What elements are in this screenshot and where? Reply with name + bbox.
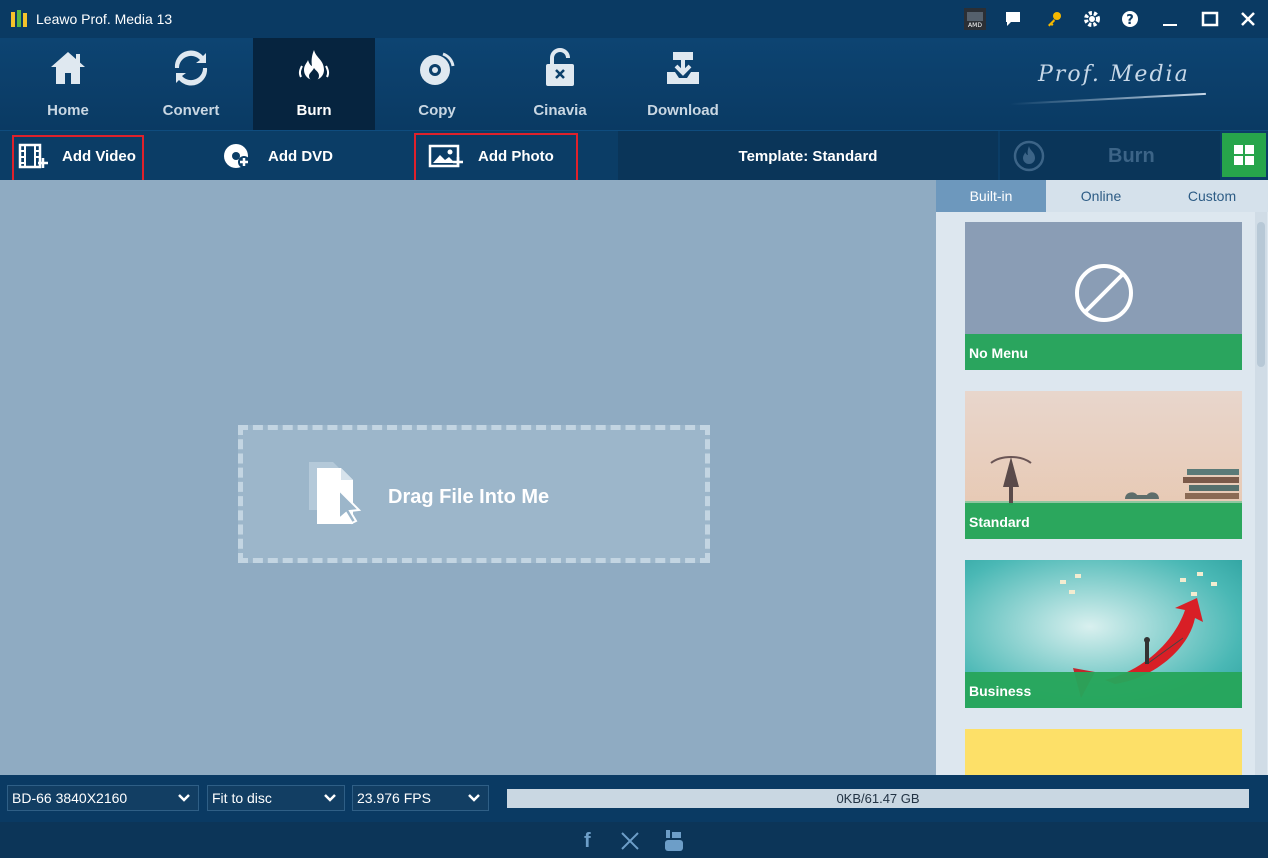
tab-custom[interactable]: Custom: [1156, 180, 1268, 212]
template-no-menu[interactable]: No Menu: [965, 222, 1242, 370]
nav-convert-label: Convert: [162, 102, 220, 119]
drop-zone[interactable]: Drag File Into Me: [238, 425, 710, 563]
disc-add-icon: [224, 144, 250, 168]
file-drag-icon: [309, 462, 362, 525]
tab-built-in[interactable]: Built-in: [936, 180, 1046, 212]
bottom-bar: BD-66 3840X2160 Fit to disc 23.976 FPS 0…: [0, 775, 1268, 822]
disc-type-select[interactable]: BD-66 3840X2160: [7, 785, 199, 811]
template-scrollbar[interactable]: [1255, 212, 1267, 775]
burn-toolbar: Add Video Add DVD Add Photo Template: St…: [0, 130, 1268, 187]
file-list-area[interactable]: Drag File Into Me: [0, 180, 936, 775]
x-twitter-icon[interactable]: [620, 831, 640, 851]
svg-text:?: ?: [1126, 13, 1134, 28]
unlock-icon: [546, 48, 574, 86]
template-partial[interactable]: [965, 729, 1242, 775]
add-dvd-label: Add DVD: [268, 147, 333, 165]
tab-built-in-label: Built-in: [969, 188, 1013, 204]
template-tabs: Built-in Online Custom: [936, 180, 1268, 212]
home-icon: [51, 52, 85, 84]
nav-convert[interactable]: Convert: [130, 38, 252, 130]
facebook-icon[interactable]: f: [584, 830, 591, 853]
grid-icon: [1234, 145, 1254, 165]
chevron-down-icon: [178, 794, 190, 802]
nav-copy-label: Copy: [418, 102, 456, 119]
burn-button[interactable]: Burn: [1000, 131, 1220, 181]
template-panel: Built-in Online Custom No Menu Standard: [936, 180, 1268, 775]
flame-icon: [298, 50, 330, 81]
nav-download[interactable]: Download: [622, 38, 744, 130]
template-label: Template: Standard: [738, 147, 878, 165]
chevron-down-icon: [324, 794, 336, 802]
fit-mode-select[interactable]: Fit to disc: [207, 785, 345, 811]
tab-online[interactable]: Online: [1046, 180, 1156, 212]
feedback-icon[interactable]: [1000, 6, 1026, 32]
close-icon[interactable]: [1235, 6, 1261, 32]
burn-flame-icon: [1013, 140, 1045, 172]
no-menu-icon: [1075, 264, 1133, 322]
template-name: Standard: [969, 514, 1030, 530]
minimize-icon[interactable]: [1157, 6, 1183, 32]
nav-home-label: Home: [47, 102, 89, 119]
brand-swoosh: [1010, 92, 1206, 106]
nav-burn-label: Burn: [296, 102, 332, 119]
brand-text: Prof. Media: [1038, 62, 1190, 87]
template-name: No Menu: [969, 345, 1029, 361]
nav-home[interactable]: Home: [7, 38, 129, 130]
app-logo-icon: [11, 10, 27, 27]
nav-burn[interactable]: Burn: [253, 38, 375, 130]
brand-logo: Prof. Media: [1010, 60, 1210, 120]
window-title: Leawo Prof. Media 13: [36, 11, 173, 27]
chevron-down-icon: [468, 794, 480, 802]
convert-icon: [174, 50, 208, 86]
disc-usage-text: 0KB/61.47 GB: [836, 791, 920, 806]
template-standard[interactable]: Standard: [965, 391, 1242, 539]
settings-gear-icon[interactable]: [1079, 6, 1105, 32]
tab-custom-label: Custom: [1187, 188, 1237, 204]
template-name: Business: [969, 683, 1032, 699]
nav-cinavia[interactable]: Cinavia: [499, 38, 621, 130]
nav-copy[interactable]: Copy: [376, 38, 498, 130]
amd-icon[interactable]: AMD: [962, 6, 988, 32]
footer: f: [0, 822, 1268, 858]
key-icon[interactable]: [1041, 6, 1067, 32]
copy-disc-icon: [420, 52, 455, 85]
youtube-icon[interactable]: [664, 830, 684, 852]
layout-grid-button[interactable]: [1222, 133, 1266, 177]
drop-zone-text: Drag File Into Me: [388, 486, 550, 508]
tab-online-label: Online: [1080, 188, 1122, 204]
maximize-icon[interactable]: [1197, 6, 1223, 32]
download-icon: [667, 52, 699, 84]
template-business[interactable]: Business: [965, 560, 1242, 708]
template-selector[interactable]: Template: Standard: [618, 131, 998, 181]
fps-value: 23.976 FPS: [357, 790, 431, 806]
disc-usage-bar: 0KB/61.47 GB: [507, 789, 1249, 808]
nav-download-label: Download: [647, 102, 719, 119]
disc-type-value: BD-66 3840X2160: [12, 790, 128, 806]
fps-select[interactable]: 23.976 FPS: [352, 785, 489, 811]
help-icon[interactable]: ?: [1117, 6, 1143, 32]
add-dvd-button[interactable]: Add DVD: [222, 131, 333, 181]
fit-mode-value: Fit to disc: [212, 790, 272, 806]
scrollbar-thumb[interactable]: [1257, 222, 1265, 367]
svg-text:AMD: AMD: [968, 22, 982, 29]
highlight-add-photo: [414, 133, 578, 187]
title-bar: Leawo Prof. Media 13 AMD ?: [0, 0, 1268, 38]
nav-cinavia-label: Cinavia: [533, 102, 587, 119]
main-nav: Home Convert Burn Copy Cinavia Download …: [0, 38, 1268, 130]
burn-label: Burn: [1108, 145, 1155, 167]
